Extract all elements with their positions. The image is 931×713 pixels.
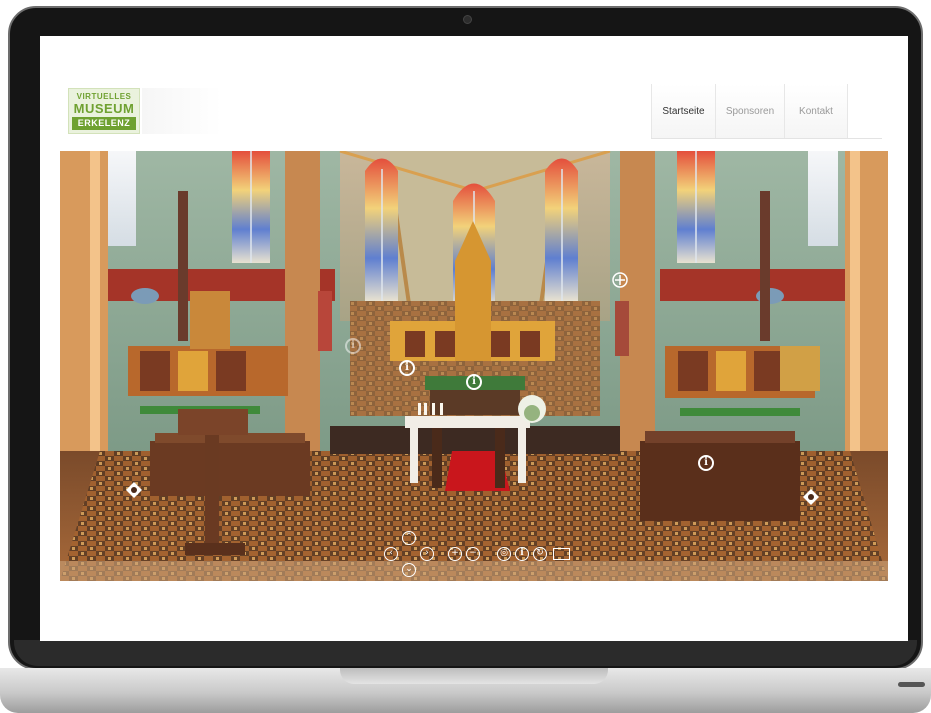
panorama-viewer[interactable]: i i i i ⌃ ‹ › ⌄ + − ◎ i ↻ xyxy=(60,151,888,581)
info-hotspot-4[interactable]: i xyxy=(698,455,714,471)
move-target-icon[interactable] xyxy=(125,481,143,499)
move-target-icon[interactable] xyxy=(802,488,820,506)
pan-up-button[interactable]: ⌃ xyxy=(402,531,416,545)
pan-down-button[interactable]: ⌄ xyxy=(402,563,416,577)
nav-startseite[interactable]: Startseite xyxy=(651,84,715,138)
pan-left-button[interactable]: ‹ xyxy=(384,547,398,561)
pan-right-button[interactable]: › xyxy=(420,547,434,561)
main-navigation: Startseite Sponsoren Kontakt xyxy=(651,84,848,138)
fullscreen-icon[interactable] xyxy=(553,548,570,560)
nav-sponsoren[interactable]: Sponsoren xyxy=(715,84,784,138)
info-hotspot-1[interactable]: i xyxy=(345,338,361,354)
hotspots-toggle-button[interactable]: ◎ xyxy=(497,547,511,561)
zoom-in-button[interactable]: + xyxy=(448,547,462,561)
church-interior-panorama xyxy=(60,151,888,581)
autorotate-button[interactable]: ↻ xyxy=(533,547,547,561)
info-hotspot-3[interactable]: i xyxy=(466,374,482,390)
logo-line-2: MUSEUM xyxy=(73,101,135,116)
scene-link-icon[interactable] xyxy=(611,271,629,289)
logo-shadow xyxy=(142,88,222,134)
panorama-controls: ⌃ ‹ › ⌄ + − ◎ i ↻ xyxy=(372,531,582,581)
laptop-bezel-chin xyxy=(14,640,917,666)
nav-divider xyxy=(651,138,882,139)
laptop-lid-notch xyxy=(340,668,608,684)
info-hotspot-2[interactable]: i xyxy=(399,360,415,376)
nav-kontakt[interactable]: Kontakt xyxy=(784,84,848,138)
zoom-out-button[interactable]: − xyxy=(466,547,480,561)
browser-screen: VIRTUELLES MUSEUM ERKELENZ Startseite Sp… xyxy=(40,36,908,641)
info-button[interactable]: i xyxy=(515,547,529,561)
logo-line-3: ERKELENZ xyxy=(72,117,136,130)
museum-logo[interactable]: VIRTUELLES MUSEUM ERKELENZ xyxy=(68,88,140,134)
webcam-icon xyxy=(463,15,472,24)
logo-line-1: VIRTUELLES xyxy=(76,92,132,101)
laptop-side-slot xyxy=(898,682,925,687)
